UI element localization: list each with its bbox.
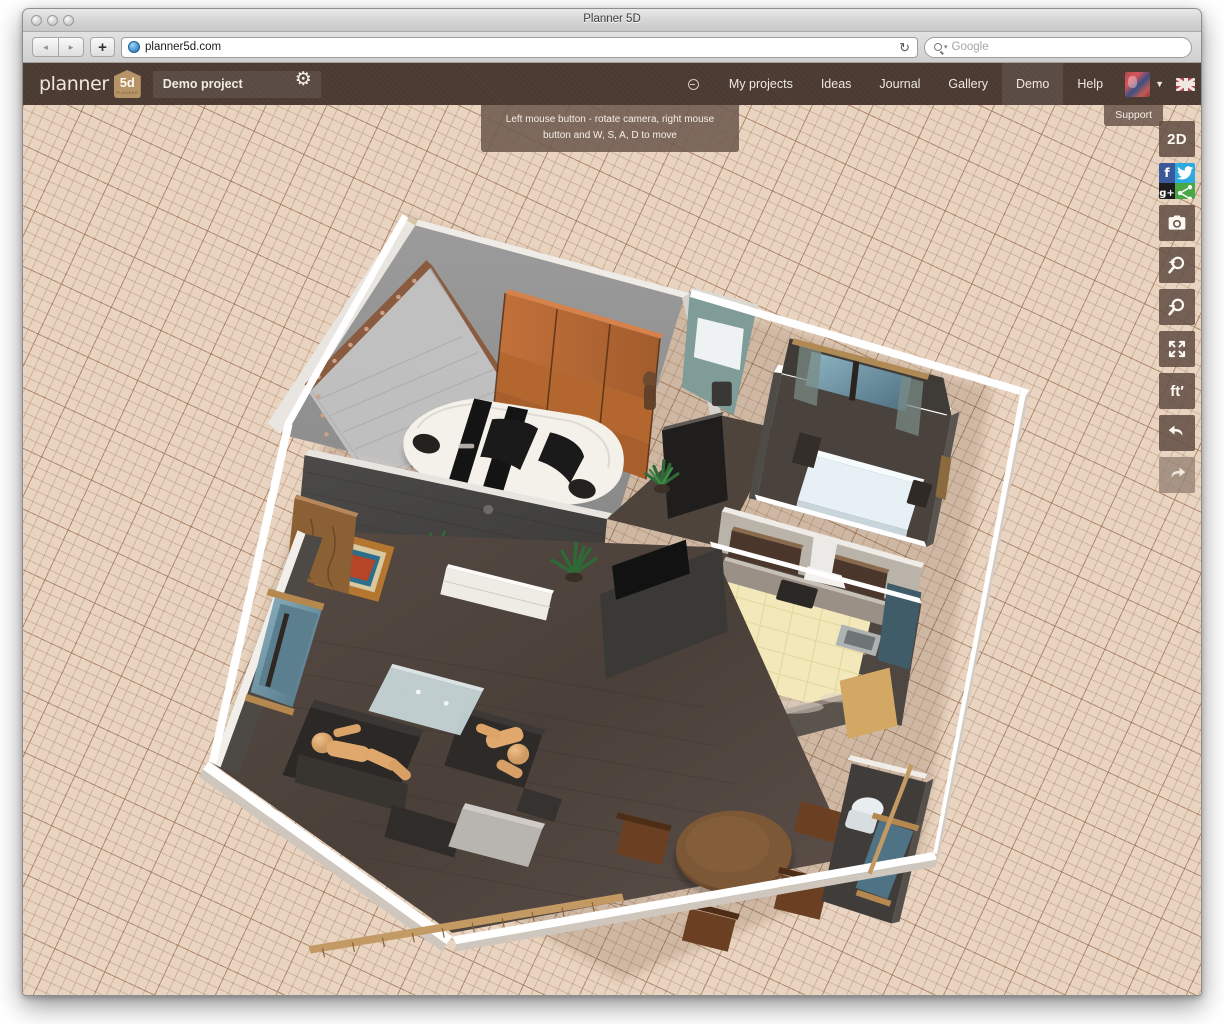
- address-bar-url: planner5d.com: [145, 41, 221, 53]
- search-engine-caret-icon[interactable]: ▾: [944, 43, 948, 51]
- google-plus-icon[interactable]: g+: [1159, 183, 1175, 199]
- search-placeholder: Google: [952, 41, 989, 53]
- new-tab-button[interactable]: +: [90, 37, 115, 57]
- chevron-down-icon[interactable]: ▼: [1155, 79, 1164, 89]
- navigation-buttons: ◂ ▸: [32, 37, 84, 57]
- help-circle-icon: [688, 79, 699, 90]
- fullscreen-button[interactable]: [1159, 331, 1195, 367]
- screenshot-button[interactable]: [1159, 205, 1195, 241]
- uk-flag-icon[interactable]: [1176, 78, 1195, 91]
- nav-item-ideas[interactable]: Ideas: [807, 63, 866, 105]
- facebook-icon[interactable]: f: [1159, 163, 1175, 183]
- zoom-out-button[interactable]: [1159, 289, 1195, 325]
- view-mode-2d-button[interactable]: 2D: [1159, 121, 1195, 157]
- twitter-icon[interactable]: [1175, 163, 1195, 183]
- account-menu[interactable]: ▼: [1117, 63, 1201, 105]
- project-name-field[interactable]: Demo project: [153, 71, 321, 98]
- support-tab[interactable]: Support: [1104, 105, 1163, 126]
- nav-item-my-projects[interactable]: My projects: [715, 63, 807, 105]
- reload-icon[interactable]: ↻: [899, 41, 910, 55]
- zoom-in-button[interactable]: [1159, 247, 1195, 283]
- nav-item-journal[interactable]: Journal: [865, 63, 934, 105]
- nav-item-demo[interactable]: Demo: [1002, 63, 1063, 105]
- floor-plan-scene: [23, 105, 1201, 995]
- navbar-spacer: [321, 63, 674, 105]
- share-icon[interactable]: [1175, 183, 1195, 199]
- avatar[interactable]: [1125, 72, 1150, 97]
- app-navbar: planner 5d PLANNER Demo project My proje…: [23, 63, 1201, 105]
- browser-window: Planner 5D ◂ ▸ + planner5d.com ↻ ▾ Googl…: [22, 8, 1202, 996]
- browser-toolbar: ◂ ▸ + planner5d.com ↻ ▾ Google: [23, 32, 1201, 63]
- logo-wordmark: planner: [39, 73, 109, 95]
- project-name-label: Demo project: [163, 77, 243, 91]
- floor-plan-3d-viewport[interactable]: Left mouse button - rotate camera, right…: [23, 105, 1201, 995]
- viewport-hint-tooltip: Left mouse button - rotate camera, right…: [481, 105, 739, 152]
- viewport-toolbar: 2D f g+: [1159, 121, 1195, 493]
- planner5d-app: planner 5d PLANNER Demo project My proje…: [23, 63, 1201, 995]
- forward-button[interactable]: ▸: [58, 37, 84, 57]
- nav-item-help[interactable]: Help: [1063, 63, 1117, 105]
- logo-badge-text: 5d: [120, 76, 135, 89]
- window-title: Planner 5D: [23, 13, 1201, 25]
- search-icon: [934, 43, 942, 51]
- social-share-group: f g+: [1159, 163, 1195, 199]
- address-bar[interactable]: planner5d.com ↻: [121, 37, 918, 58]
- app-logo[interactable]: planner 5d PLANNER: [23, 63, 153, 105]
- redo-button[interactable]: [1159, 457, 1195, 493]
- units-button[interactable]: ft′: [1159, 373, 1195, 409]
- back-button[interactable]: ◂: [32, 37, 58, 57]
- search-field[interactable]: ▾ Google: [924, 37, 1192, 58]
- nav-item-gallery[interactable]: Gallery: [934, 63, 1002, 105]
- logo-badge-icon: 5d PLANNER: [114, 70, 141, 98]
- nav-item-help-circle[interactable]: [674, 63, 715, 105]
- window-titlebar: Planner 5D: [23, 9, 1201, 32]
- gear-icon[interactable]: [296, 77, 311, 92]
- undo-button[interactable]: [1159, 415, 1195, 451]
- main-navigation: My projects Ideas Journal Gallery Demo H…: [674, 63, 1117, 105]
- logo-badge-subtext: PLANNER: [116, 91, 138, 95]
- site-favicon-icon: [128, 41, 140, 53]
